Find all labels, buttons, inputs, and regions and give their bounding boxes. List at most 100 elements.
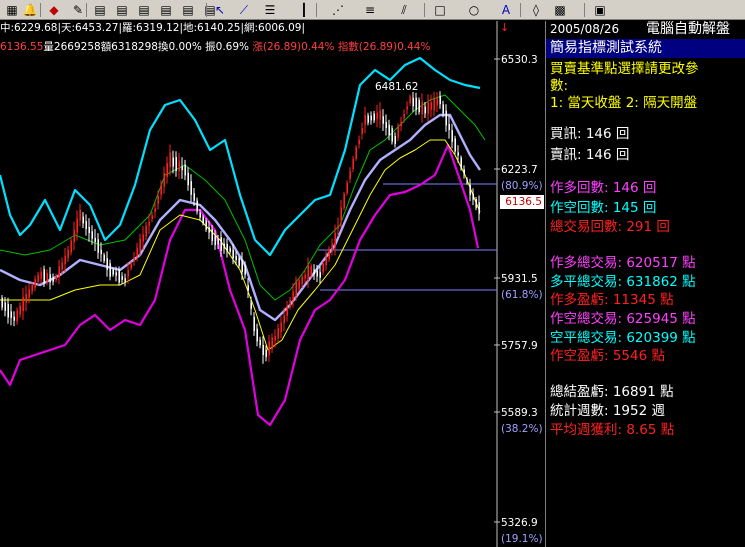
stats-row-1: 中:6229.68|天:6453.27|羅:6319.12|地:6140.25|…	[0, 21, 305, 35]
axis-tick-label: (61.8%)	[501, 289, 543, 301]
candle-body	[301, 277, 303, 285]
candle-body	[256, 328, 258, 342]
candle-body	[82, 216, 84, 224]
candle-body	[442, 104, 444, 114]
candle-body	[118, 269, 120, 283]
palette-icon[interactable]: ▩	[552, 2, 568, 18]
save-icon[interactable]: ▣	[592, 2, 608, 18]
candle-body	[4, 302, 6, 311]
candle-body	[418, 99, 420, 113]
candle-body	[319, 272, 321, 278]
candle-body	[334, 232, 336, 248]
long-close-total: 多平總交易: 631862 點	[550, 274, 696, 290]
candle-body	[316, 270, 318, 277]
axis-arrow-icon: ↓	[500, 21, 509, 34]
lower-band-line	[0, 143, 480, 427]
candle-body	[166, 163, 168, 177]
candle-body	[340, 207, 342, 221]
candle-body	[247, 285, 249, 291]
candle-body	[382, 116, 384, 124]
long-total: 作多總交易: 620517 點	[550, 255, 696, 271]
axis-tick-label: 5757.9	[501, 340, 538, 352]
candle-body	[394, 135, 396, 145]
candle-body	[49, 274, 51, 283]
candle-body	[169, 152, 171, 168]
candle-body	[91, 231, 93, 239]
short-total: 作空總交易: 625945 點	[550, 311, 696, 327]
candle-body	[370, 115, 372, 121]
candle-body	[472, 193, 474, 200]
current-price-tag: 6136.5	[500, 195, 544, 209]
short-trade-count: 作空回數: 145 回	[550, 200, 657, 216]
candle-body	[289, 299, 291, 308]
mid-band-line	[0, 113, 481, 322]
candle-body	[457, 152, 459, 156]
axis-tick-label: 6530.3	[501, 54, 538, 66]
stats-price: 6136.55	[0, 41, 44, 53]
candle-body	[25, 294, 27, 303]
total-trade-count: 總交易回數: 291 回	[550, 219, 670, 235]
candle-body	[220, 237, 222, 251]
candle-body	[469, 185, 471, 195]
param-line-2: 數:	[550, 78, 569, 94]
candle-body	[214, 234, 216, 246]
axis-tick-label: 5326.9	[501, 517, 538, 529]
candle-body	[130, 263, 132, 269]
candle-body	[259, 339, 261, 346]
candle-body	[229, 248, 231, 252]
candle-body	[52, 277, 54, 282]
candle-body	[160, 185, 162, 195]
axis-tick-label: 6223.7	[501, 164, 538, 176]
candle-body	[466, 179, 468, 183]
stats-index: 指數(26.89)0.44%	[337, 41, 431, 53]
candle-body	[349, 171, 351, 179]
toolbar-separator	[584, 3, 585, 17]
candle-body	[58, 266, 60, 278]
candle-body	[400, 121, 402, 127]
candle-body	[100, 249, 102, 255]
candle-body	[331, 243, 333, 251]
panel-app-name: 電腦自動解盤	[646, 21, 730, 37]
candle-body	[199, 212, 201, 218]
candle-body	[463, 169, 465, 175]
candle-body	[61, 262, 63, 270]
candle-body	[448, 124, 450, 130]
candle-body	[445, 110, 447, 126]
candle-body	[22, 296, 24, 312]
candle-body	[385, 121, 387, 129]
candle-body	[226, 244, 228, 252]
candle-body	[70, 240, 72, 253]
buy-signal-count: 買訊: 146 回	[550, 126, 630, 142]
stats-change: 漲(26.89)0.44%	[252, 41, 335, 53]
candle-body	[355, 147, 357, 159]
long-profit: 作多盈虧: 11345 點	[550, 292, 674, 308]
candle-body	[322, 263, 324, 273]
axis-tick-label: 5589.3	[501, 407, 538, 419]
candle-body	[232, 249, 234, 259]
candle-body	[133, 256, 135, 262]
candle-body	[328, 248, 330, 260]
candle-body	[430, 102, 432, 110]
axis-tick-label: (19.1%)	[501, 533, 543, 545]
candle-body	[97, 239, 99, 253]
param-line-3: 1: 當天收盤 2: 隔天開盤	[550, 95, 698, 111]
panel-title: 簡易指標測試系統	[546, 39, 745, 58]
short-close-total: 空平總交易: 620399 點	[550, 330, 696, 346]
candle-body	[313, 269, 315, 275]
axis-tick-label: (80.9%)	[501, 180, 543, 192]
candle-body	[424, 106, 426, 114]
candle-body	[307, 265, 309, 281]
candle-body	[295, 281, 297, 296]
candle-body	[181, 166, 183, 170]
candle-body	[34, 279, 36, 288]
candle-body	[238, 258, 240, 266]
candle-body	[1, 297, 3, 308]
candle-body	[145, 225, 147, 237]
candle-body	[325, 256, 327, 266]
candle-body	[121, 276, 123, 280]
candle-body	[46, 273, 48, 282]
candle-body	[148, 222, 150, 226]
candle-body	[262, 344, 264, 356]
candle-body	[43, 269, 45, 284]
stats-amount: 額6318298	[100, 41, 158, 53]
